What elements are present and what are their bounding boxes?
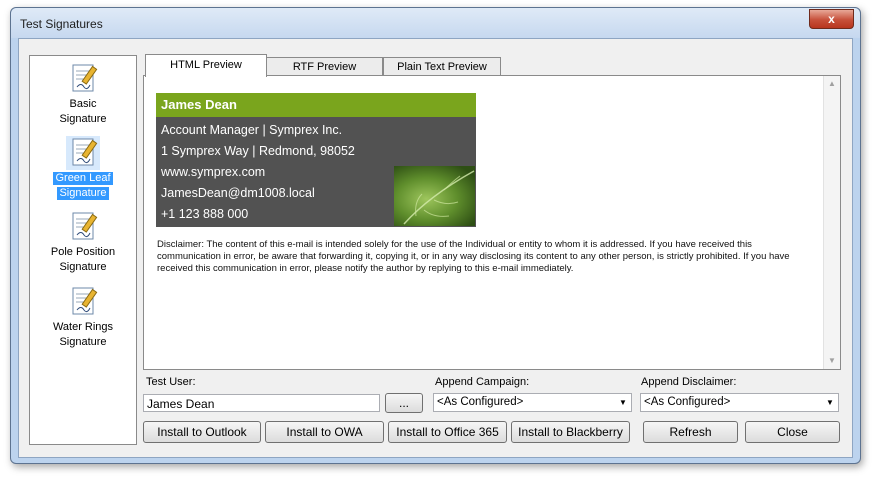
- append-disclaimer-select[interactable]: <As Configured> ▼: [640, 393, 839, 412]
- scroll-down-icon[interactable]: ▼: [824, 353, 840, 369]
- install-to-office365-button[interactable]: Install to Office 365: [388, 421, 507, 443]
- preview-tabs: HTML Preview RTF Preview Plain Text Prev…: [145, 54, 845, 77]
- signature-card: James Dean Account Manager | Symprex Inc…: [156, 93, 476, 227]
- append-campaign-value: <As Configured>: [437, 396, 524, 408]
- test-signatures-window: Test Signatures x Basic Signature Green …: [10, 7, 861, 464]
- title-bar[interactable]: Test Signatures x: [11, 8, 860, 38]
- document-pencil-icon: [66, 285, 100, 319]
- test-user-input[interactable]: James Dean: [143, 394, 380, 412]
- signature-label: Signature: [57, 187, 109, 200]
- chevron-down-icon[interactable]: ▼: [616, 395, 630, 410]
- green-leaf-image: [394, 166, 475, 226]
- append-campaign-select[interactable]: <As Configured> ▼: [433, 393, 632, 412]
- install-to-owa-button[interactable]: Install to OWA: [265, 421, 384, 443]
- signature-label: Water Rings: [52, 321, 114, 333]
- vertical-scrollbar[interactable]: ▲ ▼: [823, 76, 840, 369]
- signature-item-pole-position[interactable]: Pole Position Signature: [30, 210, 136, 274]
- signature-list: Basic Signature Green Leaf Signature Pol…: [29, 55, 137, 445]
- signature-item-green-leaf[interactable]: Green Leaf Signature: [30, 136, 136, 200]
- signature-line: +1 123 888 000: [161, 207, 249, 221]
- document-pencil-icon: [66, 136, 100, 170]
- disclaimer-text: Disclaimer: The content of this e-mail i…: [157, 239, 790, 274]
- append-campaign-label: Append Campaign:: [435, 376, 530, 388]
- signature-item-water-rings[interactable]: Water Rings Signature: [30, 285, 136, 349]
- append-disclaimer-value: <As Configured>: [644, 396, 731, 408]
- close-button[interactable]: Close: [745, 421, 840, 443]
- signature-label: Pole Position: [50, 246, 116, 258]
- signature-line: JamesDean@dm1008.local: [161, 186, 315, 200]
- signature-line: www.symprex.com: [161, 165, 266, 179]
- signature-name: James Dean: [156, 93, 476, 117]
- window-close-button[interactable]: x: [809, 9, 854, 29]
- signature-label: Signature: [59, 261, 107, 273]
- signature-label: Basic: [69, 98, 97, 110]
- refresh-button[interactable]: Refresh: [643, 421, 738, 443]
- signature-label: Signature: [59, 336, 107, 348]
- chevron-down-icon[interactable]: ▼: [823, 395, 837, 410]
- tab-html-preview[interactable]: HTML Preview: [145, 54, 267, 77]
- preview-pane[interactable]: James Dean Account Manager | Symprex Inc…: [143, 75, 841, 370]
- test-user-label: Test User:: [146, 376, 196, 388]
- document-pencil-icon: [66, 210, 100, 244]
- install-to-blackberry-button[interactable]: Install to Blackberry: [511, 421, 630, 443]
- tab-plain-text-preview[interactable]: Plain Text Preview: [383, 57, 501, 76]
- dialog-client: Basic Signature Green Leaf Signature Pol…: [18, 38, 853, 458]
- install-to-outlook-button[interactable]: Install to Outlook: [143, 421, 261, 443]
- signature-item-basic[interactable]: Basic Signature: [30, 62, 136, 126]
- browse-user-button[interactable]: ...: [385, 393, 423, 413]
- signature-label: Green Leaf: [53, 172, 113, 185]
- scroll-up-icon[interactable]: ▲: [824, 76, 840, 92]
- append-disclaimer-label: Append Disclaimer:: [641, 376, 737, 388]
- signature-line: Account Manager | Symprex Inc.: [161, 123, 343, 137]
- document-pencil-icon: [66, 62, 100, 96]
- signature-label: Signature: [59, 113, 107, 125]
- signature-line: 1 Symprex Way | Redmond, 98052: [161, 144, 355, 158]
- tab-rtf-preview[interactable]: RTF Preview: [266, 57, 383, 76]
- window-title: Test Signatures: [20, 17, 103, 31]
